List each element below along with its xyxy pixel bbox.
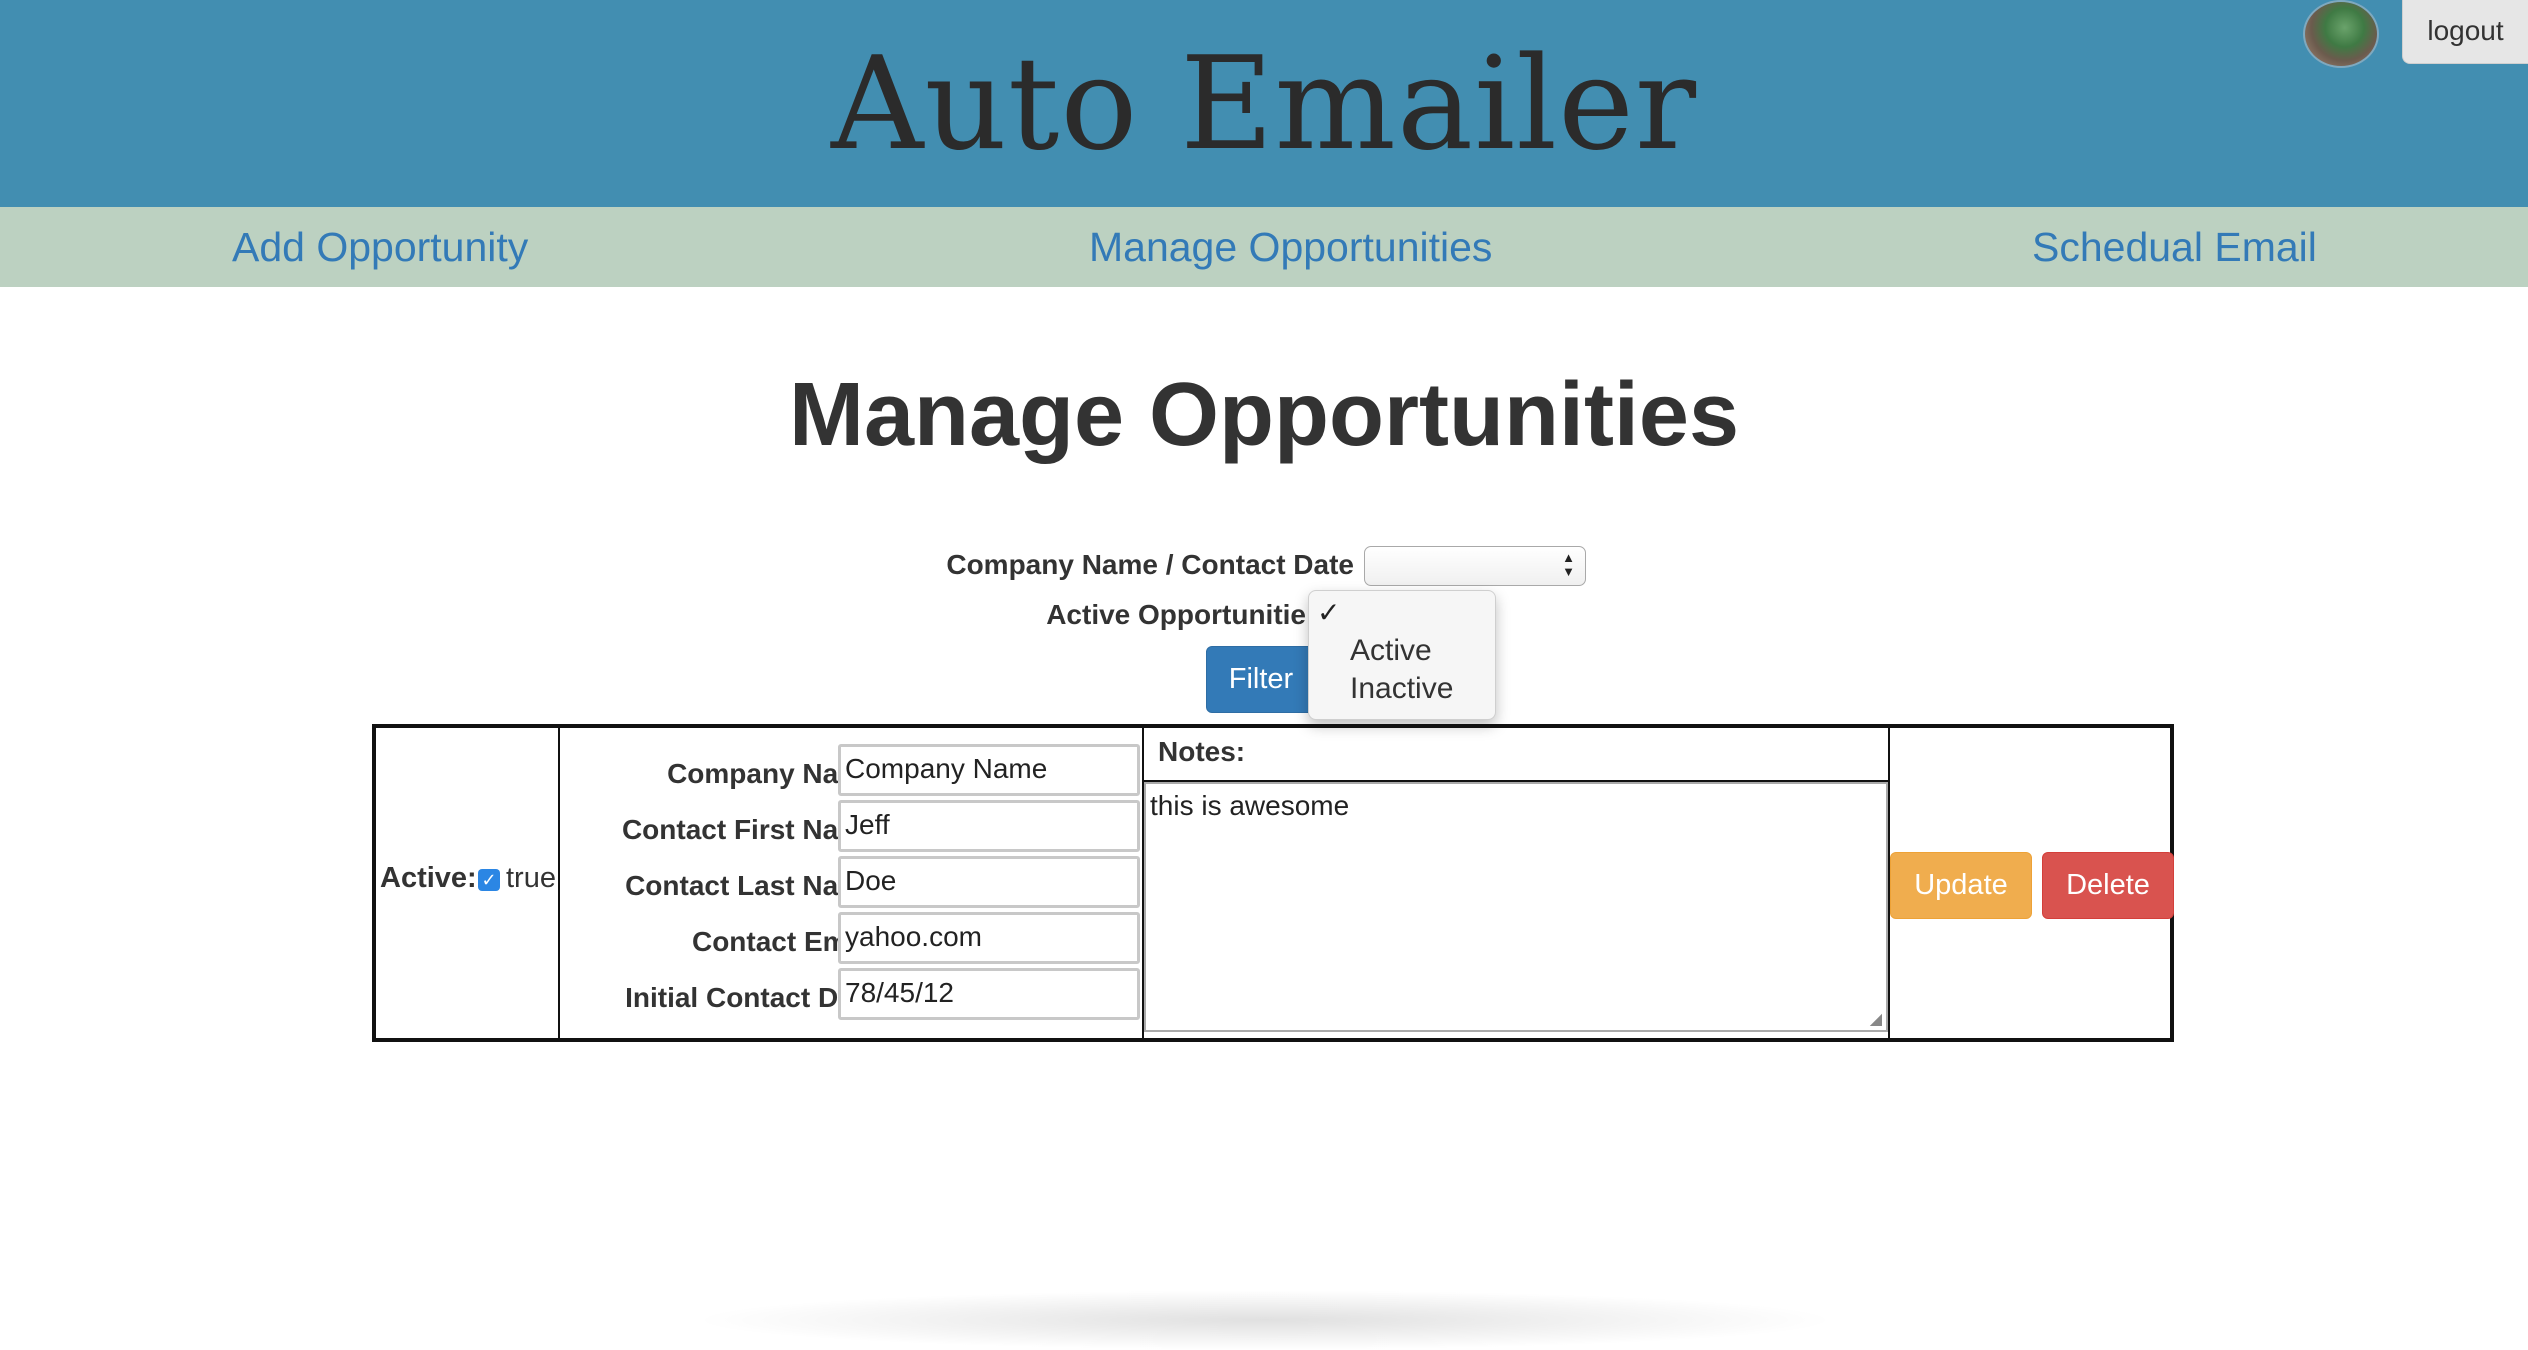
- active-filter-dropdown: ✓ Active Inactive: [1308, 590, 1496, 720]
- checkmark-icon[interactable]: ✓: [1317, 591, 1340, 635]
- company-name-input[interactable]: Company Name: [838, 744, 1140, 796]
- notes-text: this is awesome: [1150, 790, 1350, 821]
- dropdown-option-inactive[interactable]: Inactive: [1350, 671, 1453, 707]
- contact-email-input[interactable]: yahoo.com: [838, 912, 1140, 964]
- filter-button[interactable]: Filter: [1206, 646, 1316, 713]
- app-title: Auto Emailer: [831, 30, 1697, 179]
- nav-schedual-email[interactable]: Schedual Email: [2032, 207, 2317, 287]
- active-label: Active:: [380, 862, 477, 894]
- resize-handle-icon[interactable]: ◢: [1870, 1012, 1882, 1028]
- opportunity-record: Active: ✓ true Company Name: Company Nam…: [372, 724, 2174, 1042]
- sort-label: Company Name / Contact Date: [946, 549, 1354, 580]
- column-divider: [558, 728, 560, 1038]
- user-avatar[interactable]: [2303, 0, 2379, 68]
- contact-first-name-input[interactable]: Jeff: [838, 800, 1140, 852]
- page-title: Manage Opportunities: [788, 365, 1740, 465]
- notes-textarea[interactable]: this is awesome ◢: [1144, 782, 1888, 1032]
- delete-button[interactable]: Delete: [2042, 852, 2174, 919]
- active-filter-label: Active Opportunitie: [1046, 599, 1306, 630]
- main-nav: Add Opportunity Manage Opportunities Sch…: [0, 207, 2528, 287]
- select-arrows-icon: ▲ ▼: [1562, 550, 1575, 579]
- notes-label: Notes:: [1158, 736, 1246, 767]
- logout-button[interactable]: logout: [2402, 0, 2528, 64]
- dropdown-option-active[interactable]: Active: [1350, 633, 1432, 669]
- app-header: Auto Emailer logout: [0, 0, 2528, 207]
- update-button[interactable]: Update: [1890, 852, 2032, 919]
- nav-manage-opportunities[interactable]: Manage Opportunities: [1089, 207, 1492, 287]
- page-shadow: [690, 1290, 1840, 1350]
- active-checkbox[interactable]: ✓: [478, 869, 500, 891]
- active-value: true: [506, 862, 556, 894]
- initial-contact-date-input[interactable]: 78/45/12: [838, 968, 1140, 1020]
- nav-add-opportunity[interactable]: Add Opportunity: [232, 207, 528, 287]
- contact-last-name-input[interactable]: Doe: [838, 856, 1140, 908]
- sort-select[interactable]: ▲ ▼: [1364, 546, 1586, 586]
